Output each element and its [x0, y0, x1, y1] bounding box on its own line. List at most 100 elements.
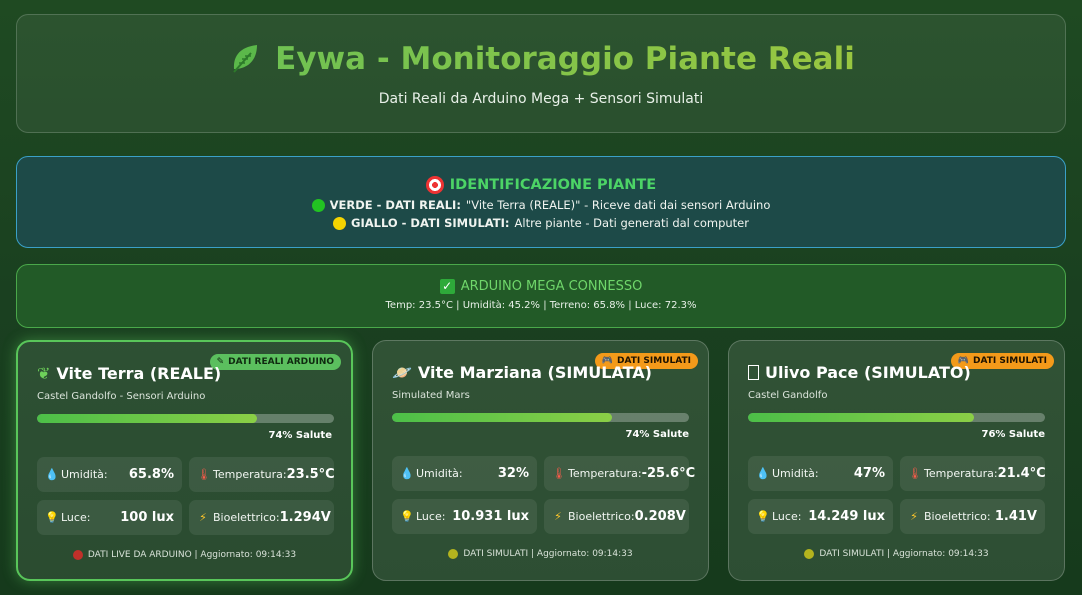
card-footer-text: DATI SIMULATI | Aggiornato: 09:14:33	[819, 549, 989, 559]
legend-real: VERDE - DATI REALI: "Vite Terra (REALE)"…	[17, 198, 1065, 212]
humidity-value: 32%	[497, 466, 529, 481]
plant-location: Simulated Mars	[392, 390, 470, 401]
arduino-status-title-row: ✓ ARDUINO MEGA CONNESSO	[17, 279, 1065, 294]
health-label: 76% Salute	[981, 429, 1045, 440]
plant-name: Ulivo Pace (SIMULATO)	[765, 363, 971, 382]
plant-name-row: Ulivo Pace (SIMULATO)	[748, 363, 971, 382]
page-title-row: Eywa - Monitoraggio Piante Reali	[17, 41, 1065, 77]
card-footer: DATI SIMULATI | Aggiornato: 09:14:33	[729, 549, 1064, 559]
light-label: Luce:	[772, 510, 802, 523]
lightning-icon: ⚡	[910, 510, 918, 523]
thermometer-icon: 🌡	[552, 467, 566, 480]
bioelectric-stat: ⚡ Bioelettrico: 0.208V	[544, 499, 689, 534]
legend-real-label: VERDE - DATI REALI:	[329, 198, 461, 212]
light-value: 100 lux	[120, 510, 174, 525]
arduino-status-panel: ✓ ARDUINO MEGA CONNESSO Temp: 23.5°C | U…	[16, 264, 1066, 328]
identification-title-row: IDENTIFICAZIONE PIANTE	[17, 176, 1065, 194]
droplet-icon: 💧	[400, 467, 414, 480]
identification-panel: IDENTIFICAZIONE PIANTE VERDE - DATI REAL…	[16, 156, 1066, 248]
live-status-dot-icon	[72, 550, 83, 560]
plant-location: Castel Gandolfo	[748, 390, 828, 401]
humidity-value: 47%	[853, 466, 885, 481]
temperature-value: 21.4°C	[997, 466, 1046, 481]
humidity-label: Umidità:	[61, 468, 108, 481]
arduino-readings: Temp: 23.5°C | Umidità: 45.2% | Terreno:…	[385, 300, 697, 311]
temperature-label: Temperatura:	[924, 467, 998, 480]
humidity-stat: 💧 Umidità: 65.8%	[37, 457, 182, 492]
humidity-label: Umidità:	[416, 467, 463, 480]
bioelectric-stat: ⚡ Bioelettrico: 1.41V	[900, 499, 1045, 534]
temperature-label: Temperatura:	[568, 467, 642, 480]
lightbulb-icon: 💡	[45, 511, 59, 524]
olive-icon	[748, 365, 759, 380]
temperature-value: -25.6°C	[641, 466, 696, 481]
legend-simulated-text: Altre piante - Dati generati dal compute…	[514, 216, 749, 230]
temperature-stat: 🌡 Temperatura: -25.6°C	[544, 456, 695, 491]
plant-card-ulivo-pace[interactable]: 🎮 DATI SIMULATI Ulivo Pace (SIMULATO) Ca…	[728, 340, 1065, 581]
temperature-value: 23.5°C	[286, 467, 335, 482]
bioelectric-value: 1.41V	[994, 509, 1037, 524]
light-stat: 💡 Luce: 14.249 lux	[748, 499, 893, 534]
bioelectric-value: 0.208V	[634, 509, 686, 524]
light-label: Luce:	[416, 510, 446, 523]
green-dot-icon	[311, 198, 325, 212]
plant-name: Vite Marziana (SIMULATA)	[417, 363, 652, 382]
target-icon	[425, 176, 444, 194]
humidity-stat: 💧 Umidità: 47%	[748, 456, 893, 491]
badge-label: DATI REALI ARDUINO	[228, 357, 334, 367]
card-footer-text: DATI SIMULATI | Aggiornato: 09:14:33	[463, 549, 633, 559]
simulated-status-dot-icon	[448, 549, 459, 559]
humidity-stat: 💧 Umidità: 32%	[392, 456, 537, 491]
herb-icon: ❦	[37, 364, 51, 383]
light-label: Luce:	[61, 511, 91, 524]
light-stat: 💡 Luce: 100 lux	[37, 500, 182, 535]
bioelectric-stat: ⚡ Bioelettrico: 1.294V	[189, 500, 334, 535]
check-icon: ✓	[439, 279, 455, 294]
page-title: Eywa - Monitoraggio Piante Reali	[275, 41, 855, 77]
thermometer-icon: 🌡	[197, 468, 211, 481]
light-value: 10.931 lux	[452, 509, 529, 524]
light-value: 14.249 lux	[808, 509, 885, 524]
identification-title: IDENTIFICAZIONE PIANTE	[449, 177, 657, 193]
plant-name-row: ❦ Vite Terra (REALE)	[37, 364, 221, 383]
humidity-label: Umidità:	[772, 467, 819, 480]
bioelectric-label: Bioelettrico:	[568, 510, 635, 523]
health-bar	[392, 413, 689, 422]
yellow-dot-icon	[333, 216, 347, 230]
plant-card-vite-marziana[interactable]: 🎮 DATI SIMULATI 🪐 Vite Marziana (SIMULAT…	[372, 340, 709, 581]
card-footer-text: DATI LIVE DA ARDUINO | Aggiornato: 09:14…	[87, 550, 297, 560]
legend-simulated: GIALLO - DATI SIMULATI: Altre piante - D…	[17, 216, 1065, 230]
badge-label: DATI SIMULATI	[973, 356, 1047, 366]
bioelectric-label: Bioelettrico:	[924, 510, 991, 523]
arduino-status-title: ARDUINO MEGA CONNESSO	[460, 279, 643, 294]
lightning-icon: ⚡	[554, 510, 562, 523]
droplet-icon: 💧	[756, 467, 770, 480]
card-footer: DATI SIMULATI | Aggiornato: 09:14:33	[373, 549, 708, 559]
legend-simulated-label: GIALLO - DATI SIMULATI:	[351, 216, 510, 230]
simulated-status-dot-icon	[804, 549, 815, 559]
droplet-icon: 💧	[45, 468, 59, 481]
plant-name: Vite Terra (REALE)	[56, 364, 222, 383]
lightbulb-icon: 💡	[400, 510, 414, 523]
card-footer: DATI LIVE DA ARDUINO | Aggiornato: 09:14…	[18, 550, 351, 560]
temperature-stat: 🌡 Temperatura: 21.4°C	[900, 456, 1046, 491]
temperature-label: Temperatura:	[213, 468, 287, 481]
light-stat: 💡 Luce: 10.931 lux	[392, 499, 537, 534]
planet-icon: 🪐	[392, 363, 412, 382]
health-bar	[748, 413, 1045, 422]
plant-card-vite-terra[interactable]: ✎ DATI REALI ARDUINO ❦ Vite Terra (REALE…	[16, 340, 353, 581]
lightbulb-icon: 💡	[756, 510, 770, 523]
health-bar	[37, 414, 334, 423]
plant-name-row: 🪐 Vite Marziana (SIMULATA)	[392, 363, 652, 382]
lightning-icon: ⚡	[199, 511, 207, 524]
legend-real-text: "Vite Terra (REALE)" - Riceve dati dai s…	[465, 198, 771, 212]
health-bar-fill	[37, 414, 257, 423]
health-bar-fill	[748, 413, 974, 422]
real-data-badge: ✎ DATI REALI ARDUINO	[209, 354, 341, 370]
page-header: Eywa - Monitoraggio Piante Reali Dati Re…	[16, 14, 1066, 133]
leaf-icon	[233, 45, 258, 73]
bioelectric-value: 1.294V	[279, 510, 331, 525]
page-subtitle: Dati Reali da Arduino Mega + Sensori Sim…	[378, 91, 704, 107]
health-label: 74% Salute	[268, 430, 332, 441]
temperature-stat: 🌡 Temperatura: 23.5°C	[189, 457, 335, 492]
